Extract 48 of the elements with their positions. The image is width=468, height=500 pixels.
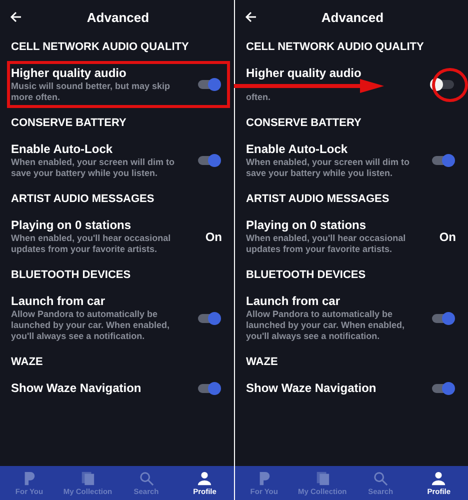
- section-heading: CELL NETWORK AUDIO QUALITY: [11, 40, 190, 55]
- setting-title: Playing on 0 stations: [11, 218, 132, 233]
- collection-icon: [314, 470, 330, 486]
- setting-title: Enable Auto-Lock: [246, 142, 349, 157]
- setting-title: Show Waze Navigation: [246, 381, 378, 396]
- back-arrow-icon: [245, 11, 257, 23]
- setting-title: Playing on 0 stations: [246, 218, 368, 233]
- screen-title: Advanced: [321, 10, 384, 24]
- search-icon: [138, 470, 154, 486]
- section-heading: ARTIST AUDIO MESSAGES: [246, 192, 390, 207]
- section-heading: BLUETOOTH DEVICES: [11, 268, 132, 283]
- setting-description: Allow Pandora to automatically be launched by your car. When enabled, you'll always see a notification.: [11, 309, 171, 342]
- setting-description: often.: [246, 92, 270, 103]
- section-heading: CONSERVE BATTERY: [246, 116, 362, 131]
- back-arrow-icon: [10, 11, 22, 23]
- setting-description: When enabled, your screen will dim to save your battery while you listen.: [11, 157, 176, 179]
- setting-description: Allow Pandora to automatically be launched by your car. When enabled, you'll always see a notification.: [246, 309, 406, 342]
- search-icon: [373, 470, 388, 486]
- toggle-switch[interactable]: [198, 156, 220, 165]
- section-heading: CONSERVE BATTERY: [11, 116, 128, 131]
- toggle-switch[interactable]: [432, 314, 454, 322]
- section-heading: CELL NETWORK AUDIO QUALITY: [246, 40, 425, 55]
- toggle-switch[interactable]: [432, 80, 454, 89]
- screen-title: Advanced: [86, 10, 150, 24]
- toggle-switch[interactable]: [432, 384, 454, 393]
- setting-title: Higher quality audio: [11, 66, 128, 81]
- toggle-switch[interactable]: [198, 384, 220, 393]
- person-icon: [431, 470, 446, 486]
- toggle-switch[interactable]: [198, 314, 220, 322]
- setting-value: On: [439, 230, 456, 244]
- toggle-switch[interactable]: [432, 156, 454, 165]
- section-heading: WAZE: [11, 355, 44, 370]
- setting-value: On: [205, 230, 222, 244]
- setting-description: When enabled, you'll hear occasional updates from your favorite artists.: [11, 233, 172, 255]
- setting-description: When enabled, your screen will dim to save your battery while you listen.: [246, 157, 411, 179]
- person-icon: [197, 470, 212, 486]
- section-heading: ARTIST AUDIO MESSAGES: [11, 192, 156, 207]
- setting-description: Music will sound better, but may skip more often.: [11, 81, 172, 103]
- setting-title: Higher quality audio: [246, 66, 362, 81]
- toggle-switch[interactable]: [198, 80, 220, 89]
- setting-title: Launch from car: [11, 294, 106, 309]
- setting-description: When enabled, you'll hear occasional updates from your favorite artists.: [246, 233, 407, 255]
- setting-title: Launch from car: [246, 294, 342, 309]
- section-heading: BLUETOOTH DEVICES: [246, 268, 367, 283]
- setting-title: Show Waze Navigation: [11, 381, 142, 396]
- collection-icon: [80, 470, 96, 486]
- section-heading: WAZE: [246, 355, 279, 370]
- setting-title: Enable Auto-Lock: [11, 142, 114, 157]
